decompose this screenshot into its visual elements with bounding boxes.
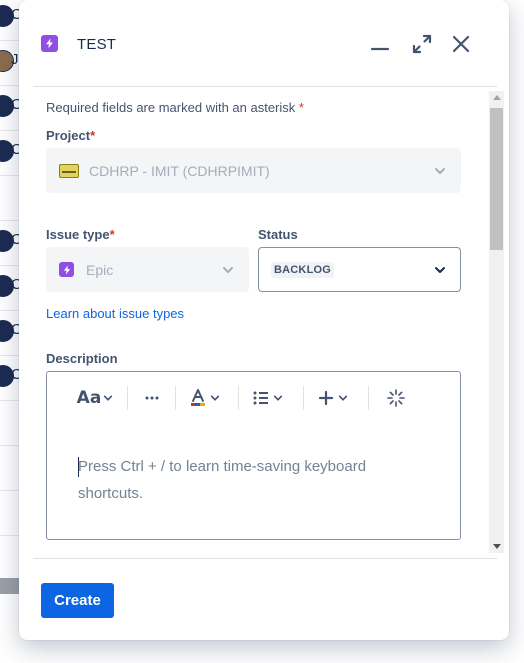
- modal-footer: Create: [19, 558, 509, 640]
- chevron-down-icon: [435, 266, 445, 273]
- insert-button[interactable]: [315, 384, 351, 412]
- plus-icon: [318, 390, 334, 406]
- description-placeholder: Press Ctrl + / to learn time-saving keyb…: [78, 458, 367, 502]
- ai-sparkle-icon: [387, 389, 405, 407]
- minimize-icon: [370, 47, 390, 51]
- footer-divider: [33, 558, 497, 559]
- scroll-up-icon[interactable]: [493, 95, 501, 100]
- expand-button[interactable]: [408, 30, 436, 58]
- learn-issue-types-link[interactable]: Learn about issue types: [46, 306, 184, 321]
- toolbar-divider: [175, 386, 176, 410]
- project-avatar-icon: [59, 163, 79, 178]
- header-divider: [33, 86, 497, 87]
- modal-body: Required fields are marked with an aster…: [19, 88, 509, 558]
- modal-header: TEST: [19, 0, 509, 88]
- modal-scrollbar[interactable]: [489, 91, 504, 553]
- issue-type-label-text: Issue type: [46, 227, 110, 242]
- editor-toolbar: Aa: [47, 372, 460, 424]
- close-button[interactable]: [447, 30, 475, 58]
- ai-button[interactable]: [382, 384, 410, 412]
- list-button[interactable]: [250, 384, 286, 412]
- status-label-text: Status: [258, 227, 298, 242]
- scroll-down-icon[interactable]: [493, 544, 501, 549]
- close-icon: [452, 35, 470, 53]
- required-asterisk: *: [109, 227, 115, 242]
- epic-lightning-icon: [59, 262, 74, 277]
- text-color-button[interactable]: [187, 384, 223, 412]
- scrollbar-thumb[interactable]: [490, 108, 503, 250]
- text-style-button[interactable]: Aa: [75, 384, 115, 412]
- toolbar-divider: [127, 386, 128, 410]
- toolbar-divider: [303, 386, 304, 410]
- required-asterisk: *: [298, 100, 304, 115]
- project-select[interactable]: CDHRP - IMIT (CDHRPIMIT): [46, 148, 461, 193]
- minimize-button[interactable]: [366, 30, 394, 58]
- description-editor[interactable]: Aa Press Ctrl + / to learn time-saving k…: [46, 371, 461, 540]
- create-button[interactable]: Create: [41, 583, 114, 618]
- required-fields-note: Required fields are marked with an aster…: [46, 100, 304, 115]
- description-label: Description: [46, 351, 118, 366]
- chevron-down-icon: [104, 395, 113, 401]
- bullet-list-icon: [253, 391, 268, 405]
- create-issue-modal: TEST Required fields are marked with an …: [19, 0, 509, 640]
- required-note-text: Required fields are marked with an aster…: [46, 100, 296, 115]
- chevron-down-icon: [223, 266, 233, 273]
- toolbar-divider: [238, 386, 239, 410]
- chevron-down-icon: [273, 395, 283, 401]
- project-label-text: Project: [46, 128, 91, 143]
- text-color-icon: [191, 389, 205, 406]
- chevron-down-icon: [435, 167, 445, 174]
- project-label: Project*: [46, 128, 95, 143]
- more-formatting-button[interactable]: [139, 384, 165, 412]
- more-icon: [145, 396, 159, 400]
- issue-type-value: Epic: [86, 261, 114, 278]
- expand-icon: [412, 34, 432, 54]
- status-select[interactable]: BACKLOG: [258, 247, 461, 292]
- toolbar-divider: [368, 386, 369, 410]
- status-lozenge: BACKLOG: [271, 261, 335, 278]
- status-label: Status: [258, 227, 298, 242]
- text-style-label: Aa: [76, 388, 102, 408]
- chevron-down-icon: [338, 395, 348, 401]
- epic-lightning-icon: [41, 35, 58, 52]
- issue-type-label: Issue type*: [46, 227, 115, 242]
- required-asterisk: *: [90, 128, 96, 143]
- project-value: CDHRP - IMIT (CDHRPIMIT): [89, 162, 270, 179]
- issue-type-select[interactable]: Epic: [46, 247, 249, 292]
- chevron-down-icon: [210, 395, 220, 401]
- modal-title: TEST: [77, 36, 117, 53]
- description-label-text: Description: [46, 351, 118, 366]
